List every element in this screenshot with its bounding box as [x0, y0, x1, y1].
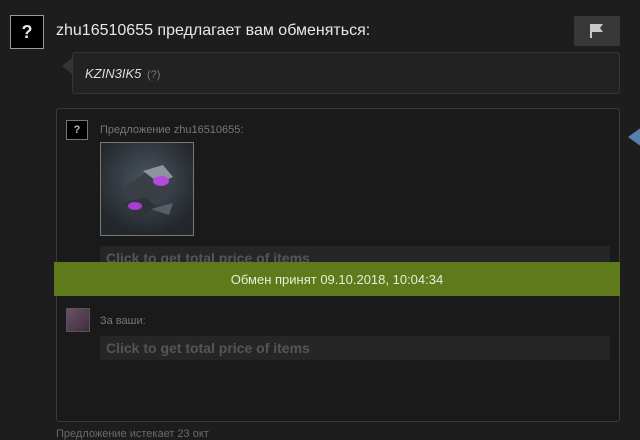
flag-icon: [590, 24, 603, 38]
status-text: Обмен принят 09.10.2018, 10:04:34: [230, 271, 444, 287]
expiration-text: Предложение истекает 23 окт: [56, 428, 209, 440]
your-total-price-button[interactable]: Click to get total price of items: [100, 336, 610, 360]
status-banner: Обмен принят 09.10.2018, 10:04:34: [54, 262, 620, 296]
partner-small-avatar[interactable]: ?: [66, 120, 88, 140]
message-bubble: KZIN3IK5 (?): [72, 52, 620, 94]
report-button[interactable]: [574, 16, 620, 46]
message-author[interactable]: KZIN3IK5: [85, 66, 141, 81]
their-offer-label: Предложение zhu16510655:: [100, 124, 244, 136]
avatar-placeholder: ?: [21, 21, 33, 42]
next-arrow-icon[interactable]: [628, 124, 640, 150]
trade-item[interactable]: [100, 142, 194, 236]
item-image: [101, 143, 193, 235]
your-items-label: За ваши:: [100, 315, 146, 327]
your-avatar[interactable]: [66, 308, 90, 332]
message-text: KZIN3IK5 (?): [85, 66, 160, 81]
page-title: zhu16510655 предлагает вам обменяться:: [56, 22, 371, 39]
message-bubble-tail: [62, 58, 72, 74]
message-hint[interactable]: (?): [147, 69, 160, 81]
partner-avatar[interactable]: ?: [10, 15, 44, 49]
